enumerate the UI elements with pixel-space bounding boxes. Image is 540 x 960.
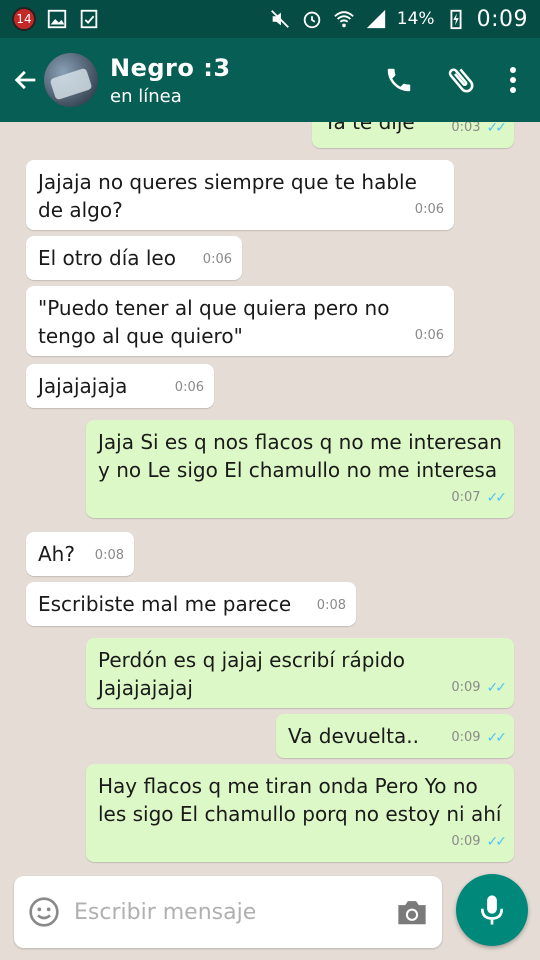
message-bubble-out[interactable]: Jaja Si es q nos flacos q no me interesa… xyxy=(86,420,514,518)
avatar[interactable] xyxy=(44,53,98,107)
read-ticks-icon: ✓✓ xyxy=(486,122,508,136)
emoji-icon xyxy=(29,897,59,927)
chat-header: Negro :3 en línea xyxy=(0,38,540,122)
message-time: 0:09 xyxy=(451,680,481,695)
wifi-icon xyxy=(334,11,354,28)
message-bubble-out[interactable]: Ya te dije 0:03 ✓✓ xyxy=(312,122,514,148)
message-time: 0:03 xyxy=(451,122,481,135)
mute-icon xyxy=(270,10,289,28)
composer: Escribir mensaje xyxy=(0,870,540,960)
back-arrow-icon xyxy=(14,70,36,90)
message-text: Jajajajaja xyxy=(38,374,128,398)
message-bubble-in[interactable]: Escribiste mal me parece 0:08 xyxy=(26,582,356,626)
more-vert-icon xyxy=(510,67,516,93)
message-bubble-in[interactable]: "Puedo tener al que quiera pero no tengo… xyxy=(26,286,454,356)
back-button[interactable] xyxy=(4,50,48,110)
more-options-button[interactable] xyxy=(508,65,518,95)
read-ticks-icon: ✓✓ xyxy=(486,834,508,850)
attach-button[interactable] xyxy=(444,63,478,97)
message-text: Escribiste mal me parece xyxy=(38,592,292,616)
notification-badge: 14 xyxy=(12,7,36,31)
message-text: "Puedo tener al que quiera pero no tengo… xyxy=(38,296,390,348)
message-bubble-out[interactable]: Perdón es q jajaj escribí rápido Jajajaj… xyxy=(86,638,514,708)
message-time: 0:09 xyxy=(451,834,481,849)
message-text: Perdón es q jajaj escribí rápido Jajajaj… xyxy=(98,648,405,700)
message-text: Ya te dije xyxy=(324,122,415,134)
message-time: 0:06 xyxy=(414,328,444,343)
message-bubble-in[interactable]: Jajajajaja 0:06 xyxy=(26,364,214,408)
alarm-icon xyxy=(303,11,321,29)
message-bubble-in[interactable]: Jajaja no queres siempre que te hable de… xyxy=(26,160,454,230)
message-input-box: Escribir mensaje xyxy=(14,876,442,948)
message-text: El otro día leo xyxy=(38,246,176,270)
contact-info[interactable]: Negro :3 en línea xyxy=(110,54,231,107)
message-bubble-in[interactable]: Ah? 0:08 xyxy=(26,532,134,576)
status-bar: 14 14% 0:09 xyxy=(0,0,540,38)
battery-percent: 14% xyxy=(396,9,435,29)
camera-icon xyxy=(398,901,426,925)
read-ticks-icon: ✓✓ xyxy=(486,680,508,696)
message-time: 0:06 xyxy=(174,380,204,395)
message-text: Jaja Si es q nos flacos q no me interesa… xyxy=(98,430,502,482)
message-text: Jajaja no queres siempre que te hable de… xyxy=(38,170,417,222)
message-time: 0:06 xyxy=(202,252,232,267)
message-time: 0:08 xyxy=(94,548,124,563)
message-text: Hay flacos q me tiran onda Pero Yo no le… xyxy=(98,774,502,826)
message-time: 0:06 xyxy=(414,202,444,217)
message-input[interactable]: Escribir mensaje xyxy=(74,900,382,925)
message-bubble-out[interactable]: Hay flacos q me tiran onda Pero Yo no le… xyxy=(86,764,514,862)
phone-icon xyxy=(387,68,411,92)
call-button[interactable] xyxy=(384,65,414,95)
mic-button[interactable] xyxy=(456,874,528,946)
message-time: 0:09 xyxy=(451,730,481,745)
clipboard-check-icon xyxy=(80,9,98,29)
contact-name: Negro :3 xyxy=(110,53,231,82)
chat-list[interactable]: Ya te dije 0:03 ✓✓ Jajaja no queres siemp… xyxy=(0,122,540,870)
camera-button[interactable] xyxy=(382,897,442,927)
message-bubble-in[interactable]: El otro día leo 0:06 xyxy=(26,236,242,280)
gallery-icon xyxy=(47,9,67,29)
message-time: 0:07 xyxy=(451,490,481,505)
attach-icon xyxy=(448,68,474,93)
battery-charging-icon xyxy=(450,9,462,30)
signal-icon xyxy=(366,9,385,29)
read-ticks-icon: ✓✓ xyxy=(486,730,508,746)
mic-icon xyxy=(480,895,504,925)
emoji-button[interactable] xyxy=(14,896,74,928)
contact-status: en línea xyxy=(110,85,182,107)
status-time: 0:09 xyxy=(476,6,528,32)
message-text: Va devuelta.. xyxy=(288,724,419,748)
message-text: Ah? xyxy=(38,542,75,566)
read-ticks-icon: ✓✓ xyxy=(486,490,508,506)
message-time: 0:08 xyxy=(316,598,346,613)
message-bubble-out[interactable]: Va devuelta.. 0:09 ✓✓ xyxy=(276,714,514,758)
